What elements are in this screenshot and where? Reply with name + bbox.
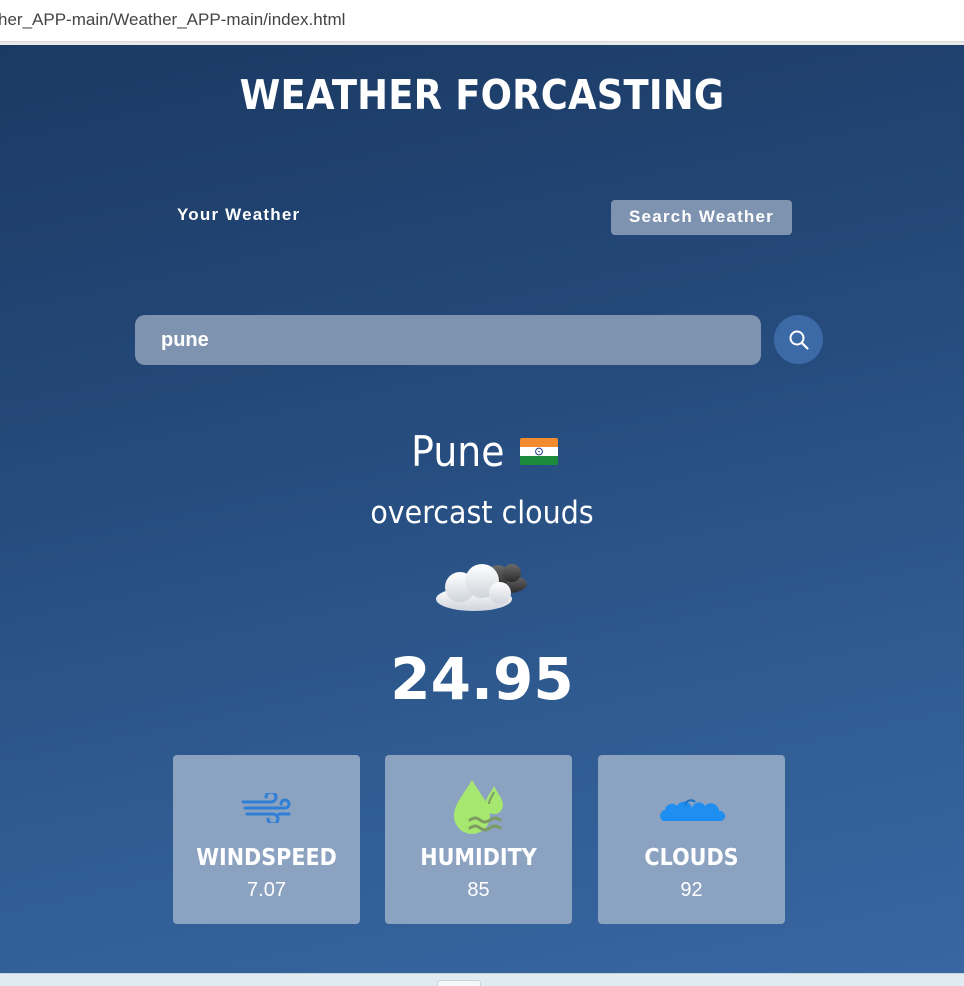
humidity-value: 85	[467, 879, 490, 901]
page-title: WEATHER FORCASTING	[239, 71, 725, 119]
city-name: Pune	[411, 427, 505, 476]
tab-search-weather[interactable]: Search Weather	[611, 200, 792, 235]
search-input[interactable]	[135, 315, 761, 365]
weather-description: overcast clouds	[370, 495, 594, 531]
temperature: 24.95	[390, 645, 574, 713]
windspeed-value: 7.07	[247, 879, 286, 901]
windspeed-card: WINDSPEED 7.07	[173, 755, 360, 924]
clouds-icon	[659, 799, 725, 821]
cloud-icon	[436, 564, 527, 611]
windspeed-label: WINDSPEED	[196, 845, 337, 871]
city-row: Pune	[0, 427, 964, 476]
wind-icon	[241, 793, 290, 823]
india-flag-icon	[519, 438, 558, 465]
browser-bottom-bar	[0, 973, 964, 986]
humidity-card: HUMIDITY 85	[385, 755, 572, 924]
browser-bottom-tab[interactable]	[437, 980, 481, 986]
humidity-icon	[453, 780, 503, 834]
search-icon	[789, 330, 809, 350]
address-url[interactable]: her_APP-main/Weather_APP-main/index.html	[0, 10, 345, 30]
humidity-label: HUMIDITY	[420, 845, 537, 871]
clouds-value: 92	[680, 879, 703, 901]
tab-your-weather[interactable]: Your Weather	[168, 197, 309, 233]
clouds-label: CLOUDS	[644, 845, 739, 871]
search-button[interactable]	[774, 315, 823, 364]
search-box	[135, 315, 761, 365]
weather-app: WEATHER FORCASTING Your Weather Search W…	[0, 45, 964, 973]
clouds-card: CLOUDS 92	[598, 755, 785, 924]
browser-address-bar[interactable]: her_APP-main/Weather_APP-main/index.html	[0, 0, 964, 42]
